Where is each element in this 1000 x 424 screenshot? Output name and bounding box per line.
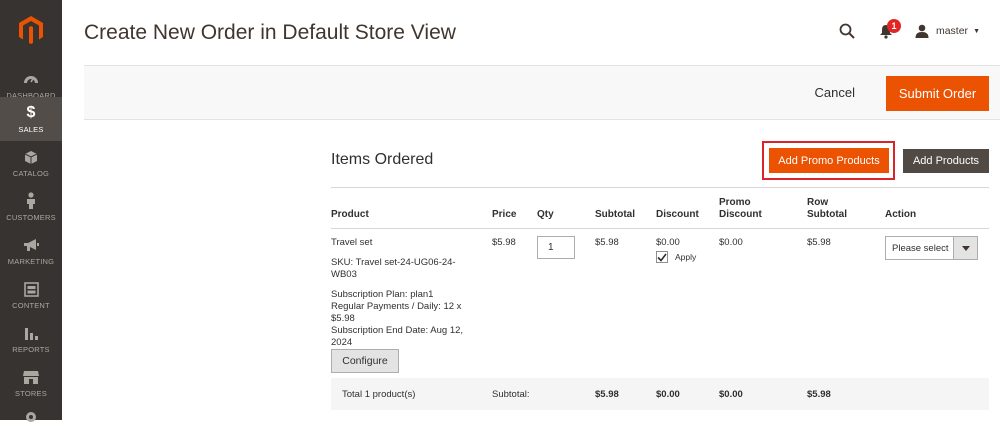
bar-chart-icon	[24, 324, 39, 342]
cancel-button[interactable]: Cancel	[815, 85, 855, 100]
column-header-subtotal: Subtotal	[595, 209, 635, 220]
sidebar-item-catalog[interactable]: CATALOG	[0, 141, 62, 185]
column-header-action: Action	[885, 209, 917, 220]
sidebar-item-system[interactable]	[0, 405, 62, 422]
admin-sidebar: DASHBOARD $ SALES CATALOG CUSTOMERS MARK…	[0, 0, 62, 422]
column-header-price: Price	[492, 209, 517, 220]
user-icon	[915, 24, 929, 38]
apply-label: Apply	[675, 252, 697, 262]
regular-payments: Regular Payments / Daily: 12 x $5.98	[331, 301, 481, 325]
header-tools: 1 master ▼	[839, 18, 980, 44]
total-subtotal-label: Subtotal:	[492, 389, 530, 400]
sidebar-item-label: CUSTOMERS	[6, 213, 56, 222]
sidebar-item-customers[interactable]: CUSTOMERS	[0, 185, 62, 229]
person-icon	[25, 192, 37, 210]
header-line: Subtotal	[807, 209, 847, 220]
total-discount: $0.00	[656, 389, 680, 400]
table-divider	[331, 187, 989, 188]
product-sku: SKU: Travel set-24-UG06-24- WB03	[331, 257, 481, 281]
dropdown-arrow-icon	[953, 237, 977, 259]
sidebar-item-content[interactable]: CONTENT	[0, 273, 62, 317]
qty-value: 1	[548, 242, 554, 253]
column-header-discount: Discount	[656, 209, 699, 220]
sidebar-item-sales[interactable]: $ SALES	[0, 97, 62, 141]
total-promo-discount: $0.00	[719, 389, 743, 400]
total-products-label: Total 1 product(s)	[342, 389, 416, 400]
subscription-end-date: Subscription End Date: Aug 12, 2024	[331, 325, 481, 349]
table-header-divider	[331, 228, 989, 229]
sidebar-item-label: CATALOG	[12, 169, 50, 178]
notification-count-badge: 1	[886, 18, 901, 33]
total-row-subtotal: $5.98	[807, 389, 831, 400]
payments-line: Regular Payments / Daily: 12 x	[331, 301, 462, 312]
sidebar-item-label: STORES	[15, 389, 47, 398]
add-products-button[interactable]: Add Products	[903, 149, 989, 173]
checkmark-icon	[657, 253, 667, 262]
sidebar-item-label: SALES	[18, 125, 44, 134]
page-actions-bar: Cancel Submit Order	[84, 65, 1000, 120]
end-date-line: 2024	[331, 337, 353, 348]
gear-icon	[24, 410, 38, 424]
end-date-line: Subscription End Date: Aug 12,	[331, 325, 464, 336]
magento-logo[interactable]	[0, 0, 62, 60]
layout-icon	[23, 280, 39, 298]
apply-discount-checkbox[interactable]	[656, 251, 668, 263]
item-row-subtotal: $5.98	[807, 237, 831, 248]
dollar-icon: $	[26, 104, 36, 121]
search-button[interactable]	[839, 23, 855, 39]
header-line: Promo	[719, 197, 751, 208]
item-price: $5.98	[492, 237, 516, 248]
caret-down-icon: ▼	[973, 27, 980, 35]
header-line: Discount	[719, 209, 762, 220]
sidebar-item-stores[interactable]: STORES	[0, 361, 62, 405]
sidebar-item-reports[interactable]: REPORTS	[0, 317, 62, 361]
column-header-promo-discount: Promo Discount	[719, 197, 762, 221]
subscription-plan: Subscription Plan: plan1	[331, 289, 434, 300]
items-ordered-title: Items Ordered	[331, 151, 434, 168]
sidebar-item-marketing[interactable]: MARKETING	[0, 229, 62, 273]
configure-button[interactable]: Configure	[331, 349, 399, 373]
header-line: Row	[807, 197, 829, 208]
sidebar-item-label: REPORTS	[12, 345, 50, 354]
qty-input[interactable]: 1	[537, 236, 575, 259]
product-name: Travel set	[331, 237, 373, 248]
dashboard-icon	[23, 70, 39, 88]
item-subtotal: $5.98	[595, 237, 619, 248]
user-name: master	[935, 25, 969, 37]
sku-line: SKU: Travel set-24-UG06-24-	[331, 257, 456, 268]
cube-icon	[24, 148, 38, 166]
search-icon	[839, 23, 855, 39]
megaphone-icon	[23, 236, 40, 254]
add-promo-products-button[interactable]: Add Promo Products	[769, 148, 889, 173]
product-details: Travel set SKU: Travel set-24-UG06-24- W…	[331, 237, 481, 349]
magento-logo-icon	[19, 16, 43, 44]
total-subtotal: $5.98	[595, 389, 619, 400]
action-select[interactable]: Please select	[885, 236, 978, 260]
item-promo-discount: $0.00	[719, 237, 743, 248]
user-menu[interactable]: master ▼	[915, 24, 980, 38]
column-header-qty: Qty	[537, 209, 554, 220]
item-discount: $0.00	[656, 237, 680, 248]
payments-line: $5.98	[331, 313, 355, 324]
page-title: Create New Order in Default Store View	[84, 21, 456, 44]
storefront-icon	[22, 368, 40, 386]
notifications-button[interactable]: 1	[879, 18, 901, 39]
submit-order-button[interactable]: Submit Order	[886, 76, 989, 111]
sidebar-item-label: CONTENT	[12, 301, 50, 310]
action-select-value: Please select	[892, 243, 949, 254]
column-header-row-subtotal: Row Subtotal	[807, 197, 847, 221]
sku-line: WB03	[331, 269, 357, 280]
column-header-product: Product	[331, 209, 369, 220]
sidebar-item-label: MARKETING	[7, 257, 55, 266]
